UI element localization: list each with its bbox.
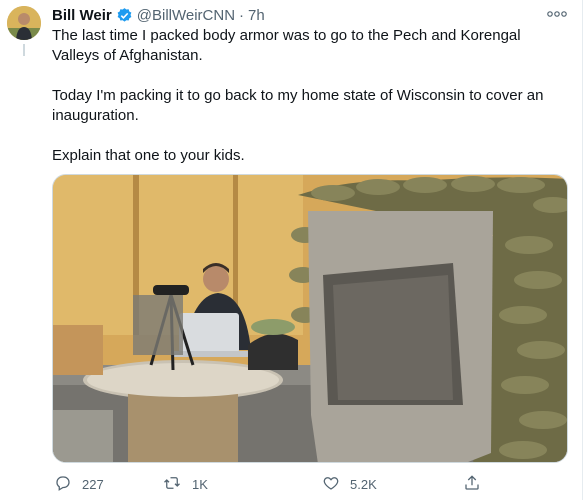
- tweet-photo[interactable]: [52, 174, 568, 463]
- avatar[interactable]: [7, 6, 41, 40]
- separator-dot: ·: [239, 6, 245, 24]
- tweet-card[interactable]: Bill Weir @BillWeirCNN · 7h The last tim…: [0, 0, 583, 500]
- retweet-count: 1K: [192, 476, 208, 492]
- tweet-paragraph-1: The last time I packed body armor was to…: [52, 27, 521, 64]
- reply-count: 227: [82, 476, 104, 492]
- timestamp[interactable]: 7h: [248, 7, 265, 24]
- share-button[interactable]: [463, 471, 491, 497]
- author-name[interactable]: Bill Weir: [52, 7, 112, 24]
- tweet-text: The last time I packed body armor was to…: [52, 26, 552, 186]
- tweet-paragraph-2: Today I'm packing it to go back to my ho…: [52, 87, 544, 124]
- like-button[interactable]: 5.2K: [322, 471, 377, 497]
- more-options-icon[interactable]: [546, 6, 568, 22]
- tweet-paragraph-3: Explain that one to your kids.: [52, 147, 245, 164]
- verified-badge-icon: [116, 7, 133, 24]
- like-count: 5.2K: [350, 476, 377, 492]
- retweet-icon: [162, 474, 192, 495]
- author-handle[interactable]: @BillWeirCNN: [137, 7, 235, 24]
- tweet-actions: 227 1K 5.2K: [52, 471, 512, 497]
- heart-icon: [322, 474, 350, 495]
- tweet-header: Bill Weir @BillWeirCNN · 7h: [52, 5, 265, 25]
- reply-button[interactable]: 227: [54, 471, 104, 497]
- reply-icon: [54, 474, 82, 495]
- share-icon: [463, 474, 491, 495]
- thread-line: [23, 44, 25, 56]
- retweet-button[interactable]: 1K: [162, 471, 208, 497]
